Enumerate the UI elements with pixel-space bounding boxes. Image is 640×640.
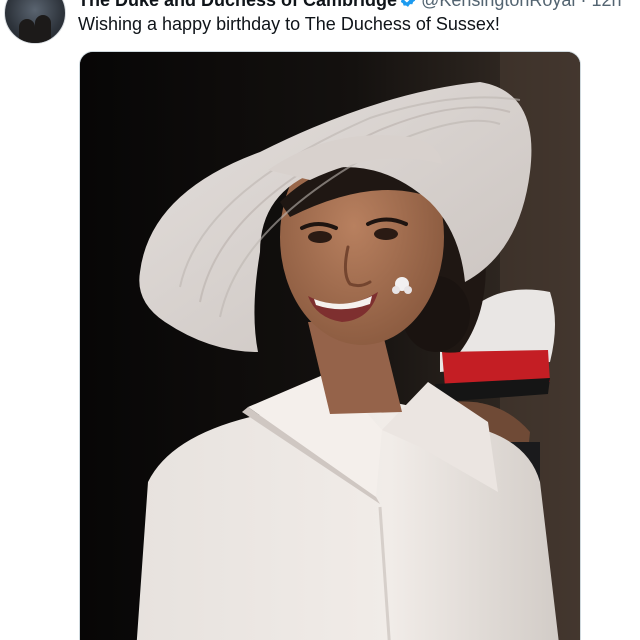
tweet-text: Wishing a happy birthday to The Duchess … (78, 14, 500, 34)
author-handle[interactable]: @KensingtonRoyal (421, 0, 575, 10)
avatar-figure-right (35, 15, 51, 43)
tweet-timestamp[interactable]: 12h (591, 0, 621, 10)
photo-illustration (80, 52, 580, 640)
verified-badge-icon (399, 0, 417, 13)
tweet-photo[interactable] (79, 51, 581, 640)
header-separator: · (580, 0, 587, 10)
tweet-card[interactable]: The Duke and Duchess of Cambridge @Kensin… (0, 0, 640, 640)
author-name[interactable]: The Duke and Duchess of Cambridge (78, 0, 397, 10)
avatar-figure-left (19, 19, 35, 43)
author-avatar[interactable] (4, 0, 66, 44)
tweet-header: The Duke and Duchess of Cambridge @Kensin… (78, 0, 622, 11)
